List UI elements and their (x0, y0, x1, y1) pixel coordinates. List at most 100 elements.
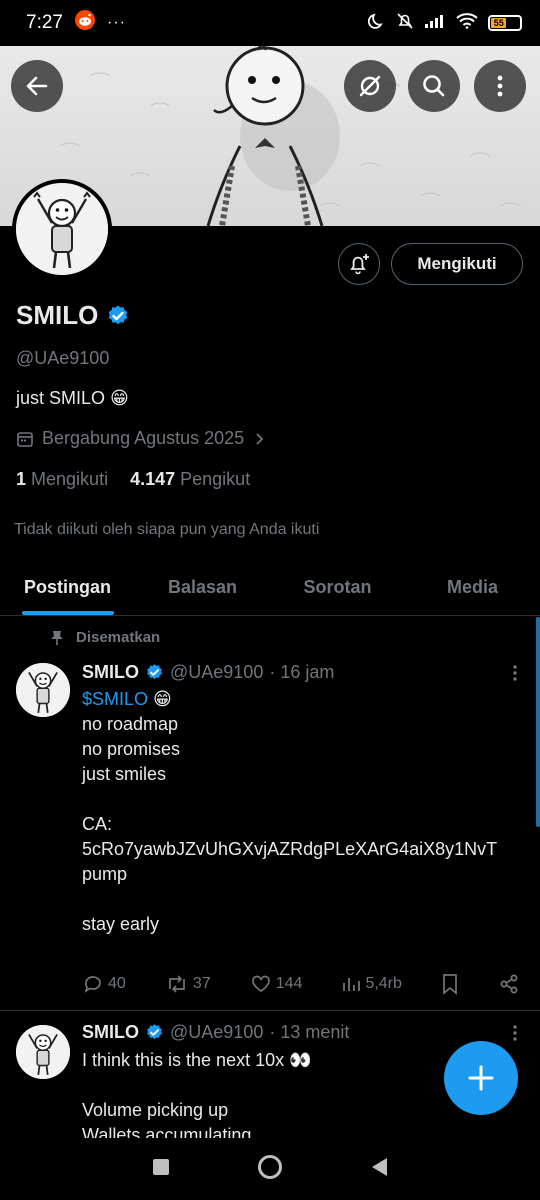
mutual-followers-note: Tidak diikuti oleh siapa pun yang Anda i… (14, 521, 320, 538)
like-count: 144 (275, 975, 303, 992)
tweet-line: no promises (82, 739, 181, 759)
more-dots-icon: ··· (106, 14, 126, 31)
follow-stats: 1 Mengikuti 4.147 Pengikut (16, 469, 250, 490)
tweet-line: $SMILO 😁 (82, 687, 522, 712)
back-button[interactable] (11, 60, 63, 112)
repost-icon (168, 975, 185, 993)
views-chart-icon (343, 978, 361, 991)
profile-avatar[interactable] (12, 179, 112, 279)
tweet-actions: 40 37 144 5,4rb (82, 973, 520, 995)
following-button[interactable]: Mengikuti (391, 243, 523, 285)
reply-button[interactable]: 40 (82, 973, 126, 995)
views-count: 5,4rb (365, 975, 402, 992)
tweet-divider (0, 1010, 540, 1011)
battery-icon: 55 (488, 15, 522, 31)
calendar-icon (17, 431, 33, 447)
home-button[interactable] (257, 1154, 283, 1185)
following-label: Mengikuti (31, 469, 109, 489)
status-bar: 7:27 ··· 55 (0, 0, 540, 46)
tab-replies[interactable]: Balasan (135, 560, 270, 615)
tweet-more-button[interactable] (512, 664, 518, 688)
like-button[interactable]: 144 (250, 973, 303, 995)
views-button[interactable]: 5,4rb (341, 974, 402, 994)
notify-button[interactable] (338, 243, 380, 285)
cashtag-link[interactable]: $SMILO (82, 689, 148, 709)
chevron-right-icon (256, 432, 264, 445)
wifi-icon (456, 12, 478, 34)
tweet-line (82, 787, 522, 812)
more-vertical-icon (497, 75, 503, 97)
heart-icon (251, 975, 270, 993)
reply-count: 40 (108, 975, 126, 992)
reddit-icon (74, 10, 95, 36)
battery-level: 55 (491, 18, 507, 28)
tweet-avatar[interactable] (16, 1025, 70, 1079)
share-icon (500, 974, 518, 994)
triangle-back-icon (372, 1157, 387, 1176)
profile-name-row: SMILO (16, 300, 130, 331)
more-options-button[interactable] (474, 60, 526, 112)
joined-date-row[interactable]: Bergabung Agustus 2025 (16, 428, 266, 449)
grok-button[interactable] (344, 60, 396, 112)
verified-badge-icon (147, 1024, 162, 1040)
followers-label: Pengikut (180, 469, 251, 489)
tweet-line: CA: (82, 814, 113, 834)
search-button[interactable] (408, 60, 460, 112)
compose-button[interactable] (444, 1041, 518, 1115)
search-icon (423, 75, 445, 97)
plus-icon (468, 1065, 494, 1091)
joined-date: Bergabung Agustus 2025 (42, 428, 245, 448)
smiley-figure-avatar (16, 183, 108, 275)
bell-plus-icon (350, 254, 369, 275)
tweet-line (82, 887, 522, 912)
tweet-header: SMILO @UAe9100 · 16 jam (82, 662, 334, 683)
tweet-line: pump (82, 864, 128, 884)
system-nav-bar (0, 1138, 540, 1200)
more-vertical-icon (513, 1025, 517, 1041)
tweet-author-name[interactable]: SMILO (82, 1022, 139, 1043)
reply-icon (84, 976, 101, 993)
tab-posts[interactable]: Postingan (0, 560, 135, 615)
verified-badge-icon (147, 664, 162, 680)
tweet-time: · 16 jam (269, 662, 335, 682)
back-nav-button[interactable] (369, 1156, 389, 1183)
tweet-header: SMILO @UAe9100 · 13 menit (82, 1022, 349, 1043)
tweet-line: no roadmap (82, 714, 179, 734)
tweet-pinned[interactable]: SMILO @UAe9100 · 16 jam $SMILO 😁 no road… (0, 660, 540, 1000)
verified-badge-icon (109, 305, 128, 324)
tweet-text: $SMILO 😁 no roadmap no promises just smi… (82, 687, 522, 937)
bookmark-icon (443, 974, 457, 995)
tweet-line: Wallets accumulating (82, 1125, 252, 1138)
moon-icon (367, 12, 386, 35)
repost-count: 37 (192, 975, 211, 992)
profile-bio: just SMILO 😁 (16, 388, 129, 408)
smiley-figure-avatar (16, 663, 70, 717)
square-icon (153, 1158, 169, 1175)
tweet-author-name[interactable]: SMILO (82, 662, 139, 683)
circle-icon (258, 1154, 282, 1179)
bell-off-icon (396, 12, 414, 35)
tweet-handle: @UAe9100 (170, 1022, 264, 1042)
bookmark-button[interactable] (441, 973, 459, 995)
pinned-indicator: Disematkan (50, 629, 160, 646)
grok-icon (359, 75, 381, 97)
profile-display-name: SMILO (16, 300, 99, 330)
status-time: 7:27 (26, 12, 63, 33)
tab-media[interactable]: Media (405, 560, 540, 615)
pinned-label: Disematkan (76, 629, 161, 646)
tweet-line: just smiles (82, 764, 167, 784)
repost-button[interactable]: 37 (165, 973, 211, 995)
following-stat[interactable]: 1 Mengikuti (16, 469, 108, 490)
profile-handle: @UAe9100 (16, 348, 110, 368)
tab-highlights[interactable]: Sorotan (270, 560, 405, 615)
recents-button[interactable] (151, 1157, 171, 1182)
pin-icon (51, 630, 63, 645)
following-count: 1 (16, 469, 27, 489)
tweet-time: · 13 menit (269, 1022, 350, 1042)
signal-icon (424, 13, 446, 34)
tweet-line: stay early (82, 914, 160, 934)
tweet-more-button[interactable] (512, 1024, 518, 1048)
tweet-avatar[interactable] (16, 663, 70, 717)
followers-stat[interactable]: 4.147 Pengikut (130, 469, 250, 490)
share-button[interactable] (498, 973, 520, 995)
